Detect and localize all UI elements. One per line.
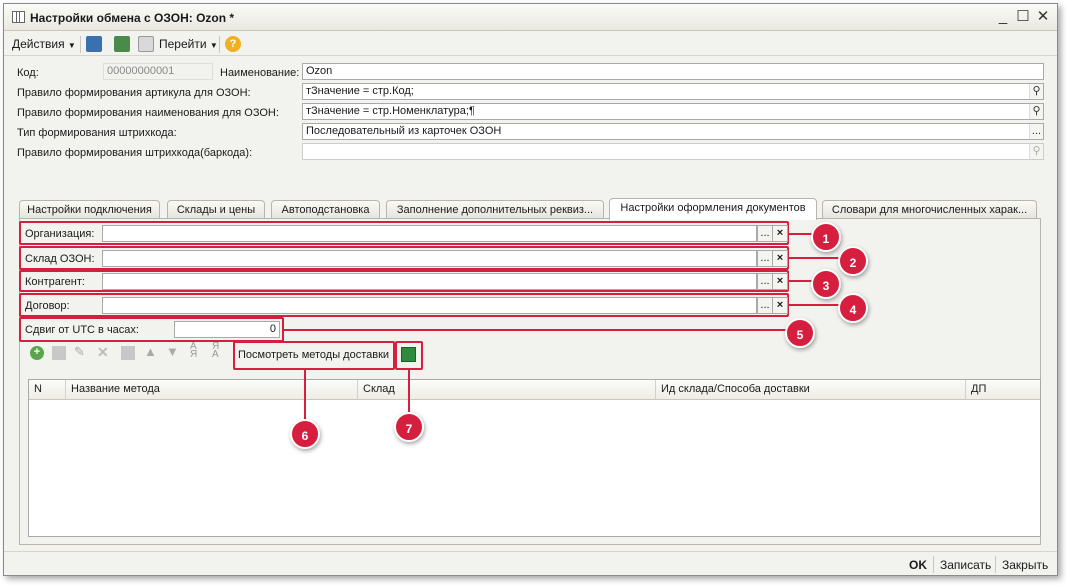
name-input[interactable]: Ozon bbox=[302, 63, 1044, 80]
settings-window: Настройки обмена с ОЗОН: Ozon * _ ☐ ✕ Де… bbox=[3, 3, 1058, 576]
tab-dictionaries[interactable]: Словари для многочисленных харак... bbox=[822, 200, 1037, 220]
callout-line bbox=[789, 304, 841, 306]
minimize-button[interactable]: _ bbox=[994, 8, 1012, 26]
barcode-rule-label: Правило формирования штрихкода(баркода): bbox=[17, 147, 253, 159]
toolbar-separator bbox=[219, 36, 220, 53]
table-icon bbox=[12, 11, 25, 23]
barcode-type-select[interactable]: Последовательный из карточек ОЗОН bbox=[302, 123, 1044, 140]
footer-separator bbox=[995, 556, 996, 573]
utc-label: Сдвиг от UTC в часах: bbox=[25, 324, 139, 336]
column-header-warehouse[interactable]: Склад bbox=[358, 380, 656, 400]
maximize-button[interactable]: ☐ bbox=[1014, 8, 1032, 26]
copy-icon[interactable] bbox=[52, 346, 66, 360]
footer-bar: OK Записать Закрыть bbox=[4, 551, 1057, 575]
save-close-icon[interactable] bbox=[86, 36, 102, 52]
toolbar: Действия ▼ Перейти ▼ ? bbox=[4, 32, 1057, 56]
close-form-button[interactable]: Закрыть bbox=[1002, 558, 1048, 572]
column-header-method-name[interactable]: Название метода bbox=[66, 380, 358, 400]
callout-badge-2: 2 bbox=[838, 246, 868, 276]
callout-badge-7: 7 bbox=[394, 412, 424, 442]
utc-input[interactable]: 0 bbox=[174, 321, 280, 338]
ellipsis-icon[interactable]: ... bbox=[757, 250, 773, 267]
excel-icon[interactable] bbox=[401, 347, 416, 362]
code-label: Код: bbox=[17, 67, 39, 79]
ellipsis-icon[interactable]: ... bbox=[1029, 124, 1043, 139]
warehouse-input[interactable] bbox=[102, 250, 757, 267]
clear-icon[interactable]: × bbox=[772, 250, 788, 267]
search-icon[interactable]: ⚲ bbox=[1029, 144, 1043, 159]
search-icon[interactable]: ⚲ bbox=[1029, 84, 1043, 99]
article-rule-input[interactable]: тЗначение = стр.Код; bbox=[302, 83, 1044, 100]
sort-desc-icon[interactable]: ЯА bbox=[212, 342, 219, 360]
tab-additional-details[interactable]: Заполнение дополнительных реквиз... bbox=[386, 200, 604, 220]
clear-icon[interactable]: × bbox=[772, 297, 788, 314]
callout-badge-1: 1 bbox=[811, 222, 841, 252]
name-label: Наименование: bbox=[220, 67, 300, 79]
delete-icon[interactable]: ✕ bbox=[97, 344, 109, 361]
tab-connection[interactable]: Настройки подключения bbox=[19, 200, 160, 220]
name-rule-value: тЗначение = стр.Номенклатура;¶ bbox=[306, 105, 475, 117]
move-down-icon[interactable]: ▼ bbox=[166, 344, 179, 359]
ellipsis-icon[interactable]: ... bbox=[757, 273, 773, 290]
clear-icon[interactable]: × bbox=[772, 273, 788, 290]
search-icon[interactable]: ⚲ bbox=[1029, 104, 1043, 119]
view-delivery-methods-button[interactable]: Посмотреть методы доставки bbox=[238, 349, 389, 361]
tab-autosubstitution[interactable]: Автоподстановка bbox=[271, 200, 380, 220]
document-icon[interactable] bbox=[138, 36, 154, 52]
goto-menu[interactable]: Перейти ▼ bbox=[159, 37, 218, 51]
save-button[interactable]: Записать bbox=[940, 558, 991, 572]
name-rule-label: Правило формирования наименования для ОЗ… bbox=[17, 107, 279, 119]
ok-button[interactable]: OK bbox=[909, 558, 927, 572]
contractor-input[interactable] bbox=[102, 273, 757, 290]
name-rule-input[interactable]: тЗначение = стр.Номенклатура;¶ bbox=[302, 103, 1044, 120]
callout-badge-4: 4 bbox=[838, 293, 868, 323]
contract-input[interactable] bbox=[102, 297, 757, 314]
organization-input[interactable] bbox=[102, 225, 757, 242]
tab-warehouses-prices[interactable]: Склады и цены bbox=[167, 200, 265, 220]
refresh-icon[interactable] bbox=[114, 36, 130, 52]
article-rule-value: тЗначение = стр.Код; bbox=[306, 85, 414, 97]
edit-icon[interactable]: ✎ bbox=[74, 344, 85, 360]
column-header-warehouse-id[interactable]: Ид склада/Способа доставки bbox=[656, 380, 966, 400]
callout-line bbox=[789, 257, 841, 259]
add-icon[interactable]: + bbox=[30, 346, 44, 360]
sort-asc-icon[interactable]: АЯ bbox=[190, 342, 197, 360]
column-header-n[interactable]: N bbox=[29, 380, 66, 400]
actions-menu[interactable]: Действия ▼ bbox=[12, 37, 76, 51]
code-field: 00000000001 bbox=[103, 63, 213, 80]
barcode-rule-input[interactable] bbox=[302, 143, 1044, 160]
barcode-type-label: Тип формирования штрихкода: bbox=[17, 127, 177, 139]
tab-document-settings[interactable]: Настройки оформления документов bbox=[609, 198, 817, 220]
warehouse-label: Склад ОЗОН: bbox=[25, 253, 95, 265]
barcode-type-value: Последовательный из карточек ОЗОН bbox=[306, 125, 502, 137]
close-button[interactable]: ✕ bbox=[1034, 8, 1052, 26]
callout-badge-5: 5 bbox=[785, 318, 815, 348]
contractor-label: Контрагент: bbox=[25, 276, 85, 288]
footer-separator bbox=[933, 556, 934, 573]
clear-icon[interactable]: × bbox=[772, 225, 788, 242]
finish-icon[interactable] bbox=[121, 346, 135, 360]
help-icon[interactable]: ? bbox=[225, 36, 241, 52]
title-bar: Настройки обмена с ОЗОН: Ozon * _ ☐ ✕ bbox=[4, 4, 1057, 31]
callout-line bbox=[408, 370, 410, 414]
organization-label: Организация: bbox=[25, 228, 95, 240]
callout-badge-6: 6 bbox=[290, 419, 320, 449]
ellipsis-icon[interactable]: ... bbox=[757, 225, 773, 242]
callout-badge-3: 3 bbox=[811, 269, 841, 299]
ellipsis-icon[interactable]: ... bbox=[757, 297, 773, 314]
contract-label: Договор: bbox=[25, 300, 70, 312]
callout-line bbox=[284, 329, 788, 331]
column-header-dp[interactable]: ДП bbox=[966, 380, 1040, 400]
window-title: Настройки обмена с ОЗОН: Ozon * bbox=[30, 11, 235, 25]
callout-line bbox=[304, 370, 306, 421]
delivery-methods-table: N Название метода Склад Ид склада/Способ… bbox=[28, 379, 1041, 537]
toolbar-separator bbox=[80, 36, 81, 53]
move-up-icon[interactable]: ▲ bbox=[144, 344, 157, 359]
article-rule-label: Правило формирования артикула для ОЗОН: bbox=[17, 87, 251, 99]
